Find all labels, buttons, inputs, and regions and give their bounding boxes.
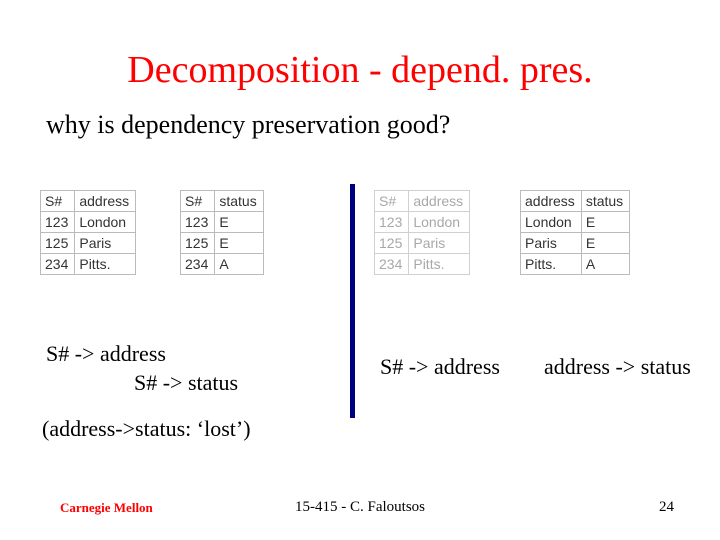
cell: London [409,212,470,233]
cell: 234 [375,254,409,275]
footer-page-number: 24 [659,499,674,516]
cell: E [581,233,629,254]
cell: A [581,254,629,275]
cell: 234 [181,254,215,275]
cell: 123 [181,212,215,233]
cell: Pitts. [521,254,582,275]
table-right-address-status: address status LondonE ParisE Pitts.A [520,190,630,275]
table-header-row: S# address [375,191,470,212]
table-row: 125Paris [375,233,470,254]
cell: Paris [521,233,582,254]
table-right-snum-address: S# address 123London 125Paris 234Pitts. [374,190,470,275]
table-row: 123London [375,212,470,233]
cell: London [521,212,582,233]
cell: E [215,212,263,233]
cell: E [215,233,263,254]
table-header-row: address status [521,191,630,212]
col-header: S# [41,191,75,212]
cell: A [215,254,263,275]
dep-text: S# -> address [46,340,238,369]
col-header: address [409,191,470,212]
dep-left-block: S# -> address S# -> status [46,340,238,397]
col-header: status [215,191,263,212]
dep-right-text: address -> status [544,354,691,380]
tables-area: S# address 123London 125Paris 234Pitts. … [40,190,700,320]
table-header-row: S# address [41,191,136,212]
cell: 123 [41,212,75,233]
cell: E [581,212,629,233]
dep-text: S# -> status [46,369,238,398]
slide-subtitle: why is dependency preservation good? [0,92,720,140]
slide-footer: Carnegie Mellon 15-415 - C. Faloutsos 24 [0,496,720,516]
table-row: 234A [181,254,264,275]
cell: 125 [41,233,75,254]
table-left-snum-address: S# address 123London 125Paris 234Pitts. [40,190,136,275]
cell: 234 [41,254,75,275]
table-row: 125Paris [41,233,136,254]
table-row: 234Pitts. [41,254,136,275]
table-header-row: S# status [181,191,264,212]
footer-center: 15-415 - C. Faloutsos [0,499,720,516]
col-header: S# [181,191,215,212]
col-header: address [521,191,582,212]
table-row: 123E [181,212,264,233]
cell: Pitts. [75,254,136,275]
col-header: S# [375,191,409,212]
table-row: 123London [41,212,136,233]
col-header: address [75,191,136,212]
cell: 125 [375,233,409,254]
cell: Paris [409,233,470,254]
lost-note: (address->status: ‘lost’) [42,416,251,442]
vertical-divider [350,184,355,418]
table-row: Pitts.A [521,254,630,275]
cell: 125 [181,233,215,254]
table-row: 125E [181,233,264,254]
col-header: status [581,191,629,212]
cell: London [75,212,136,233]
cell: Paris [75,233,136,254]
cell: Pitts. [409,254,470,275]
slide-title: Decomposition - depend. pres. [0,0,720,92]
cell: 123 [375,212,409,233]
table-row: ParisE [521,233,630,254]
table-row: 234Pitts. [375,254,470,275]
dep-mid-text: S# -> address [380,354,500,380]
table-left-snum-status: S# status 123E 125E 234A [180,190,264,275]
table-row: LondonE [521,212,630,233]
